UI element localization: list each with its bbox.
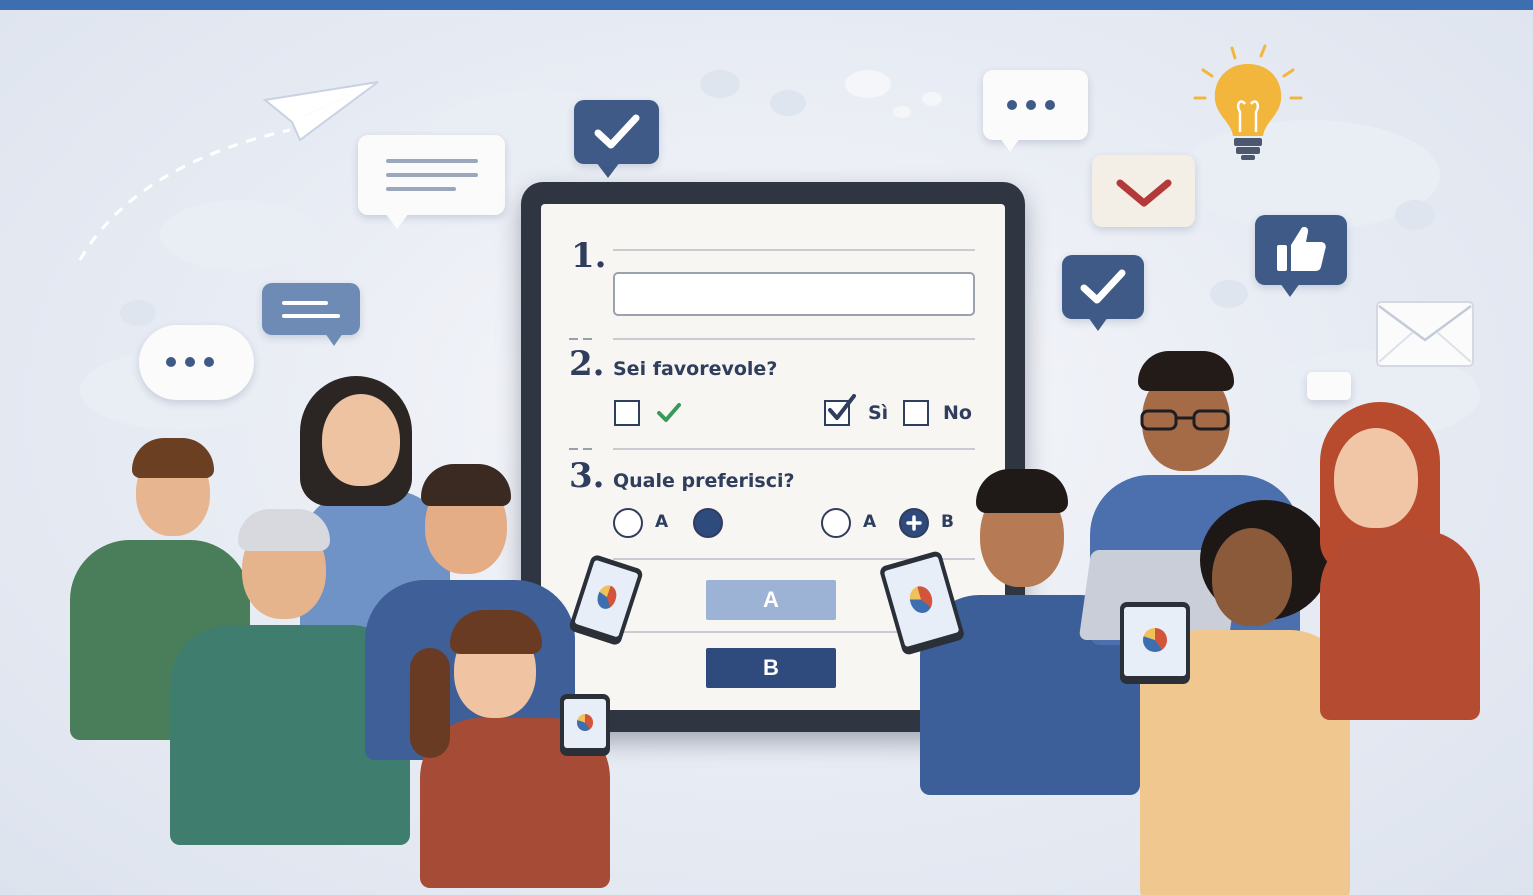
thought-cloud bbox=[845, 70, 891, 98]
thought-cloud bbox=[893, 106, 911, 118]
checked-checkmark-icon bbox=[828, 394, 856, 420]
section-divider bbox=[569, 338, 597, 340]
bubble-tail bbox=[1000, 138, 1020, 152]
ellipsis-icon bbox=[166, 357, 214, 367]
checkmark-bubble bbox=[1062, 255, 1144, 319]
answer-a-button[interactable]: A bbox=[706, 580, 836, 620]
checkmark-bubble bbox=[574, 100, 659, 164]
message-bubble bbox=[262, 283, 360, 335]
message-bubble bbox=[358, 135, 505, 215]
option-no-label: No bbox=[943, 402, 972, 424]
checkmark-icon bbox=[1080, 269, 1126, 304]
smartphone bbox=[1120, 602, 1190, 684]
question-2-number: 2. bbox=[569, 344, 605, 384]
thumbs-up-bubble bbox=[1255, 215, 1347, 285]
ellipsis-bubble bbox=[983, 70, 1088, 140]
illustration-scene: 1. 2. Sei favorevole? Sì No 3. Quale pre… bbox=[0, 10, 1533, 895]
section-rule bbox=[613, 338, 975, 340]
glasses-icon bbox=[1140, 409, 1230, 431]
tablet-handheld bbox=[878, 549, 966, 657]
background-cloud bbox=[1210, 280, 1248, 308]
question-2-checkbox-no[interactable] bbox=[903, 400, 929, 426]
background-cloud bbox=[700, 70, 740, 98]
question-1-number: 1. bbox=[571, 236, 607, 276]
bubble-tail bbox=[1088, 317, 1108, 331]
question-3-radio-filled[interactable] bbox=[693, 508, 723, 538]
option-a-label: A bbox=[863, 512, 877, 532]
answer-b-button[interactable]: B bbox=[706, 648, 836, 688]
section-rule bbox=[613, 448, 975, 450]
background-cloud bbox=[770, 90, 806, 116]
envelope-icon bbox=[1376, 301, 1474, 367]
ellipsis-bubble bbox=[139, 325, 254, 400]
option-a-label: A bbox=[655, 512, 669, 532]
bubble-tail bbox=[385, 213, 409, 229]
ellipsis-icon bbox=[1007, 100, 1055, 110]
chevron-bubble bbox=[1092, 155, 1195, 227]
question-2-checkbox-empty[interactable] bbox=[614, 400, 640, 426]
thumbs-up-icon bbox=[1277, 226, 1326, 271]
question-2-text: Sei favorevole? bbox=[613, 358, 778, 380]
bubble-tail bbox=[596, 162, 620, 178]
question-1-text-field[interactable] bbox=[613, 272, 975, 316]
message-bubble bbox=[1307, 372, 1351, 400]
top-accent-bar bbox=[0, 0, 1533, 10]
question-1-rule bbox=[613, 249, 975, 251]
background-cloud bbox=[120, 300, 156, 326]
checkmark-icon bbox=[594, 114, 640, 149]
bubble-tail bbox=[325, 333, 343, 346]
green-checkmark-icon bbox=[657, 403, 681, 422]
question-3-radio-a-right[interactable] bbox=[821, 508, 851, 538]
paper-plane-icon bbox=[78, 81, 379, 261]
question-3-text: Quale preferisci? bbox=[613, 470, 795, 492]
chevron-down-icon bbox=[1116, 179, 1172, 207]
thought-cloud bbox=[922, 92, 942, 106]
background-cloud bbox=[1395, 200, 1435, 230]
lightbulb-icon bbox=[1193, 44, 1303, 160]
section-divider bbox=[569, 448, 597, 450]
bubble-tail bbox=[1280, 283, 1300, 297]
person-woman-red-hair bbox=[1310, 400, 1480, 720]
person-girl-ponytail bbox=[410, 608, 620, 888]
option-si-label: Sì bbox=[868, 402, 889, 424]
smartphone bbox=[560, 694, 610, 756]
